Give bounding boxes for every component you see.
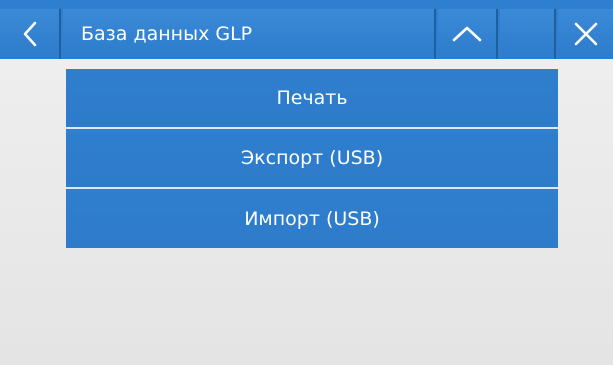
header-top-strip — [0, 0, 613, 9]
back-button[interactable] — [0, 9, 61, 59]
header-bar: База данных GLP — [0, 0, 613, 59]
print-button-label: Печать — [276, 87, 348, 109]
scroll-up-button[interactable] — [438, 9, 498, 59]
import-usb-button-label: Импорт (USB) — [244, 207, 380, 230]
screen: База данных GLP Печать Экспорт (USB) Имп… — [0, 0, 613, 365]
chevron-up-icon — [438, 9, 496, 59]
menu-list: Печать Экспорт (USB) Импорт (USB) — [66, 69, 558, 248]
export-usb-button[interactable]: Экспорт (USB) — [66, 129, 558, 189]
header-empty-slot — [500, 9, 556, 59]
page-title: База данных GLP — [81, 23, 253, 45]
chevron-left-icon — [0, 9, 59, 59]
print-button[interactable]: Печать — [66, 69, 558, 129]
close-button[interactable] — [558, 9, 613, 59]
close-icon — [558, 9, 613, 59]
export-usb-button-label: Экспорт (USB) — [240, 147, 384, 169]
import-usb-button[interactable]: Импорт (USB) — [66, 189, 558, 248]
header-title-panel: База данных GLP — [63, 9, 436, 59]
